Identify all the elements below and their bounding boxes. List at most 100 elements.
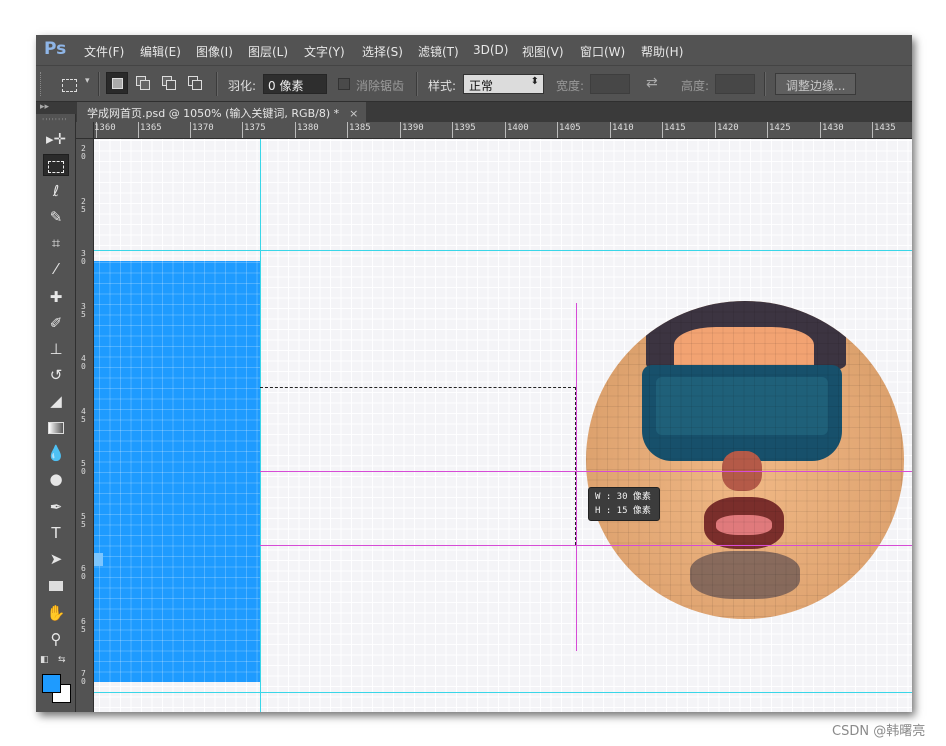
separator	[216, 72, 218, 96]
style-select[interactable]: 正常 ⬍	[463, 74, 544, 94]
new-selection-button[interactable]	[106, 72, 128, 94]
ruler-origin[interactable]	[76, 122, 94, 139]
refine-edge-button[interactable]: 调整边缘...	[775, 73, 857, 95]
width-label: 宽度:	[556, 79, 585, 93]
eraser-tool-icon[interactable]: ◢	[43, 390, 69, 412]
antialias-checkbox[interactable]	[338, 78, 350, 90]
document-tab[interactable]: 学成网首页.psd @ 1050% (输入关键词, RGB/8) * ×	[77, 102, 367, 122]
blue-shape-layer	[94, 261, 260, 682]
ruler-label: 20	[81, 144, 86, 161]
close-icon[interactable]: ×	[349, 107, 358, 120]
menu-3d[interactable]: 3D(D)	[473, 43, 508, 57]
width-input[interactable]	[590, 74, 630, 94]
menu-type[interactable]: 文字(Y)	[304, 43, 345, 60]
style-select-value: 正常	[469, 79, 494, 93]
tooltip-height: H : 15 像素	[595, 506, 651, 516]
vertical-ruler[interactable]: 20 25 30 35 40 45 50 55 60 65 70	[76, 139, 94, 712]
menu-file[interactable]: 文件(F)	[84, 43, 124, 60]
marquee-selection[interactable]	[260, 387, 576, 545]
ruler-label: 1360	[94, 123, 116, 133]
default-colors-icon[interactable]: ◧	[40, 655, 49, 665]
swap-icon[interactable]: ⇄	[646, 75, 658, 91]
healing-brush-tool-icon[interactable]: ✚	[43, 286, 69, 308]
document-canvas[interactable]: W : 30 像素 H : 15 像素	[94, 139, 912, 712]
foreground-color-swatch[interactable]	[42, 674, 61, 693]
ruler-label: 1375	[244, 123, 266, 133]
separator	[764, 72, 766, 96]
marquee-preset-icon[interactable]: ▾	[60, 75, 90, 93]
chevron-down-icon: ▾	[85, 76, 90, 86]
ruler-label: 25	[81, 197, 86, 214]
path-selection-tool-icon[interactable]: ➤	[43, 548, 69, 570]
antialias-label: 消除锯齿	[356, 79, 405, 93]
ruler-label: 30	[81, 249, 86, 266]
pen-tool-icon[interactable]: ✒	[43, 496, 69, 518]
menu-layer[interactable]: 图层(L)	[248, 43, 288, 60]
clone-stamp-tool-icon[interactable]: ⊥	[43, 338, 69, 360]
ruler-label: 1365	[140, 123, 162, 133]
brush-tool-icon[interactable]: ✐	[43, 312, 69, 334]
ruler-label: 1380	[297, 123, 319, 133]
options-bar: ▾ 羽化: 0 像素 消除锯齿 样式: 正常 ⬍ 宽度: ⇄ 高度: 调整边缘.…	[36, 65, 912, 102]
guide-horizontal[interactable]	[94, 692, 912, 693]
ruler-label: 1410	[612, 123, 634, 133]
document-tab-bar: 学成网首页.psd @ 1050% (输入关键词, RGB/8) * ×	[76, 102, 912, 122]
watermark: CSDN @韩曙亮	[832, 724, 926, 739]
ruler-label: 1370	[192, 123, 214, 133]
menu-image[interactable]: 图像(I)	[196, 43, 233, 60]
ruler-label: 40	[81, 354, 86, 371]
swap-colors-icon[interactable]: ⇆	[58, 655, 66, 665]
separator	[98, 72, 100, 96]
menu-edit[interactable]: 编辑(E)	[140, 43, 181, 60]
type-tool-icon[interactable]: T	[43, 522, 69, 544]
tools-grip[interactable]: ''''''''	[42, 117, 68, 126]
tools-panel-collapse[interactable]: ▸▸	[36, 102, 76, 114]
ruler-label: 70	[81, 669, 86, 686]
menu-select[interactable]: 选择(S)	[362, 43, 403, 60]
ruler-label: 55	[81, 512, 86, 529]
subtract-selection-button[interactable]	[158, 72, 180, 94]
height-input[interactable]	[715, 74, 755, 94]
move-tool-icon[interactable]: ▸✛	[43, 128, 69, 150]
marquee-shape-icon	[62, 79, 77, 92]
crop-tool-icon[interactable]: ⌗	[43, 232, 69, 254]
history-brush-tool-icon[interactable]: ↺	[43, 364, 69, 386]
menu-bar: Ps 文件(F) 编辑(E) 图像(I) 图层(L) 文字(Y) 选择(S) 滤…	[36, 35, 912, 65]
hand-tool-icon[interactable]: ✋	[43, 602, 69, 624]
quick-selection-tool-icon[interactable]: ✎	[43, 206, 69, 228]
rectangle-tool-icon[interactable]	[43, 574, 69, 596]
menu-filter[interactable]: 滤镜(T)	[418, 43, 459, 60]
document-tab-title: 学成网首页.psd @ 1050% (输入关键词, RGB/8) *	[87, 107, 340, 120]
dodge-tool-icon[interactable]: ●	[43, 468, 69, 490]
zoom-tool-icon[interactable]: ⚲	[43, 628, 69, 650]
eyedropper-tool-icon[interactable]: ⁄	[43, 258, 69, 280]
ruler-label: 1390	[402, 123, 424, 133]
separator	[416, 72, 418, 96]
horizontal-ruler[interactable]: 1360 1365 1370 1375 1380 1385 1390 1395 …	[94, 122, 912, 139]
ruler-label: 1400	[507, 123, 529, 133]
ruler-label: 45	[81, 407, 86, 424]
ps-logo: Ps	[44, 39, 67, 59]
height-label: 高度:	[681, 79, 710, 93]
ruler-label: 1420	[717, 123, 739, 133]
tools-panel: '''''''' ▸✛ ℓ ✎ ⌗ ⁄ ✚ ✐ ⊥ ↺ ◢ 💧 ● ✒ T ➤ …	[36, 114, 76, 712]
smart-guide	[576, 303, 577, 651]
smart-guide	[260, 545, 912, 546]
avatar-image	[586, 301, 904, 619]
options-grip[interactable]	[40, 72, 44, 96]
menu-help[interactable]: 帮助(H)	[641, 43, 683, 60]
blur-tool-icon[interactable]: 💧	[43, 442, 69, 464]
marquee-tool-icon[interactable]	[43, 154, 69, 176]
ruler-label: 1405	[559, 123, 581, 133]
gradient-tool-icon[interactable]	[43, 416, 69, 438]
menu-view[interactable]: 视图(V)	[522, 43, 564, 60]
add-selection-button[interactable]	[132, 72, 154, 94]
intersect-selection-button[interactable]	[184, 72, 206, 94]
ruler-label: 60	[81, 564, 86, 581]
selection-size-tooltip: W : 30 像素 H : 15 像素	[588, 487, 660, 521]
lasso-tool-icon[interactable]: ℓ	[43, 180, 69, 202]
feather-label: 羽化:	[228, 79, 257, 93]
feather-input[interactable]: 0 像素	[263, 74, 327, 94]
guide-horizontal[interactable]	[94, 250, 912, 251]
menu-window[interactable]: 窗口(W)	[580, 43, 625, 60]
